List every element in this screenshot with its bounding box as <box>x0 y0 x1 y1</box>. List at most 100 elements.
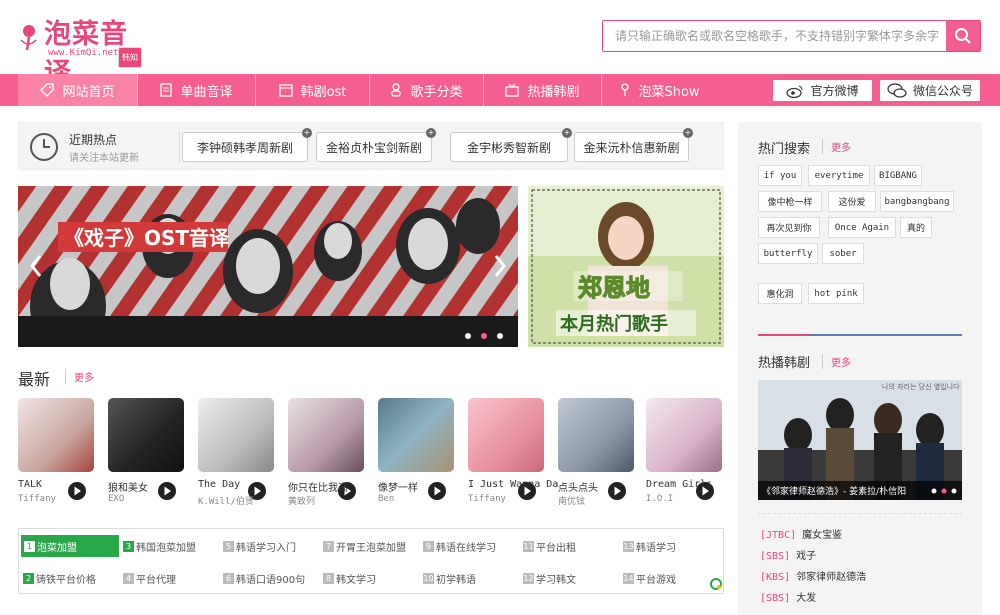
friend-link[interactable]: 2 铸铁平台价格 <box>23 567 96 589</box>
friend-link[interactable]: 12 学习韩文 <box>523 567 576 589</box>
nav-item-home[interactable]: 网站首页 <box>18 74 138 106</box>
carousel-dot-active[interactable] <box>941 488 947 494</box>
singer-name: 郑恩地 <box>578 274 650 302</box>
friend-link[interactable]: 6 韩语口语900句 <box>223 567 305 589</box>
search-tag[interactable]: 再次见到你 <box>758 217 820 238</box>
song-card[interactable]: Dream Girls I.O.I <box>646 398 722 508</box>
pill-label: 金裕贞朴宝剑新剧 <box>325 140 422 155</box>
tag-label: Once Again <box>834 222 890 233</box>
site-header: 泡菜音译 www.KimQi.net 韩知 <box>0 0 1000 89</box>
drama-list-item[interactable]: [SBS] 戏子 <box>760 547 816 562</box>
nav-item-hot-drama[interactable]: 热播韩剧 <box>484 74 602 106</box>
nav-item-show[interactable]: 泡菜Show <box>602 74 718 106</box>
search-input[interactable] <box>603 21 947 51</box>
song-title: TALK <box>18 479 43 490</box>
friend-link[interactable]: 14 平台游戏 <box>623 567 676 589</box>
tag-icon <box>40 83 55 97</box>
hot-topic-pill[interactable]: 金来沅朴信惠新剧 + <box>574 128 693 162</box>
mic-icon <box>621 83 630 96</box>
friend-link[interactable]: 8 韩文学习 <box>323 567 376 589</box>
search-tag[interactable]: 惠化洞 <box>758 283 802 304</box>
drama-list-item[interactable]: [JTBC] 魔女宝鉴 <box>760 526 842 541</box>
drama-list-item[interactable]: [SBS] 大发 <box>760 589 816 604</box>
carousel-dot[interactable] <box>465 333 471 339</box>
search-tag[interactable]: butterfly <box>758 243 818 264</box>
drama-poster[interactable]: 나의 자리는 당신 옆입니다 《邻家律师赵德浩》- 姜素拉/朴信阳 <box>758 380 962 500</box>
nav-item-drama-ost[interactable]: 韩剧ost <box>256 74 370 106</box>
carousel-dot[interactable] <box>497 333 503 339</box>
weibo-icon <box>786 85 803 98</box>
hot-drama-more-link[interactable]: 更多 <box>822 354 851 369</box>
weibo-button[interactable]: 官方微博 <box>772 79 873 102</box>
song-card[interactable]: The Day K.Will/伯贤 <box>198 398 274 508</box>
play-icon[interactable] <box>426 480 448 502</box>
search-tag[interactable]: everytime <box>808 165 870 186</box>
play-icon[interactable] <box>66 480 88 502</box>
friend-link[interactable]: 4 平台代理 <box>123 567 176 589</box>
friend-link[interactable]: 5 韩语学习入门 <box>223 535 296 557</box>
refresh-icon[interactable] <box>709 577 723 591</box>
song-card[interactable]: I Just Wanna Da Tiffany <box>468 398 558 508</box>
search-tag[interactable]: sober <box>822 243 864 264</box>
search-button[interactable] <box>946 21 980 51</box>
link-label: 铸铁平台价格 <box>36 574 96 586</box>
tag-label: sober <box>829 248 857 259</box>
site-logo[interactable]: 泡菜音译 www.KimQi.net 韩知 <box>18 12 148 89</box>
song-cover <box>198 398 274 472</box>
hot-search-more-link[interactable]: 更多 <box>822 139 851 154</box>
search-tag[interactable]: BIGBANG <box>874 165 922 186</box>
song-card[interactable]: 像梦一样 Ben <box>378 398 454 508</box>
drama-network: [SBS] <box>760 551 791 562</box>
wechat-button[interactable]: 微信公众号 <box>879 79 981 102</box>
link-label: 初学韩语 <box>436 574 476 586</box>
friend-link[interactable]: 10 初学韩语 <box>423 567 476 589</box>
main-nav: 网站首页 单曲音译 韩剧ost 歌手分类 热播韩剧 泡菜Show 官方微博 微信… <box>0 74 1000 106</box>
featured-singer-banner[interactable]: 郑恩地 本月热门歌手 <box>528 186 724 347</box>
singer-banner-image: 郑恩地 本月热门歌手 <box>528 186 724 347</box>
search-tag[interactable]: 像中枪一样 <box>758 191 822 212</box>
song-card[interactable]: TALK Tiffany <box>18 398 94 508</box>
play-icon[interactable] <box>606 480 628 502</box>
hot-topic-pill[interactable]: 李钟硕韩孝周新剧 + <box>182 128 312 162</box>
tag-label: BIGBANG <box>879 170 917 181</box>
song-artist: K.Will/伯贤 <box>198 497 254 507</box>
nav-item-singers[interactable]: 歌手分类 <box>370 74 484 106</box>
carousel-dot[interactable] <box>931 488 937 494</box>
tag-label: bangbangbang <box>884 196 950 207</box>
search-tag[interactable]: bangbangbang <box>880 191 954 212</box>
hot-topic-pill[interactable]: 金裕贞朴宝剑新剧 + <box>316 128 436 162</box>
friend-link[interactable]: 7 开胃王泡菜加盟 <box>323 535 406 557</box>
divider <box>758 513 962 514</box>
nav-item-singles[interactable]: 单曲音译 <box>138 74 256 106</box>
song-cover <box>468 398 544 472</box>
play-icon[interactable] <box>156 480 178 502</box>
search-box <box>602 20 981 52</box>
pill-label: 金宇彬秀智新剧 <box>466 140 551 155</box>
search-tag[interactable]: if you <box>758 165 802 186</box>
drama-list-item[interactable]: [KBS] 邻家律师赵德浩 <box>760 568 866 583</box>
song-card[interactable]: 点头点头 南优铉 <box>558 398 634 508</box>
carousel-dot[interactable] <box>951 488 957 494</box>
friend-link[interactable]: 9 韩语在线学习 <box>423 535 496 557</box>
friend-link[interactable]: 1 泡菜加盟 <box>21 535 119 557</box>
friend-link[interactable]: 3 韩国泡菜加盟 <box>123 535 196 557</box>
search-tag[interactable]: 真的 <box>900 217 932 238</box>
link-number: 12 <box>523 572 534 584</box>
tag-label: 这份爱 <box>838 198 866 208</box>
drama-network: [SBS] <box>760 593 791 604</box>
carousel-dot-active[interactable] <box>481 333 487 339</box>
hot-topic-pill[interactable]: 金宇彬秀智新剧 + <box>450 128 572 162</box>
search-tag[interactable]: 这份爱 <box>828 191 876 212</box>
song-artist: Ben <box>378 494 395 504</box>
main-banner-carousel[interactable]: 《戏子》OST音译 <box>18 186 518 347</box>
search-tag[interactable]: Once Again <box>828 217 896 238</box>
link-number: 13 <box>623 540 634 552</box>
wechat-label: 微信公众号 <box>912 84 973 98</box>
song-card[interactable]: 狼和美女 EXO <box>108 398 184 508</box>
search-tag[interactable]: hot pink <box>808 283 864 304</box>
singer-subtitle: 本月热门歌手 <box>560 313 668 335</box>
newest-more-link[interactable]: 更多 <box>65 369 94 384</box>
friend-link[interactable]: 11 平台出租 <box>523 535 576 557</box>
friend-link[interactable]: 13 韩语学习 <box>623 535 676 557</box>
song-card[interactable]: 你只在比我高 黄致列 <box>288 398 364 508</box>
